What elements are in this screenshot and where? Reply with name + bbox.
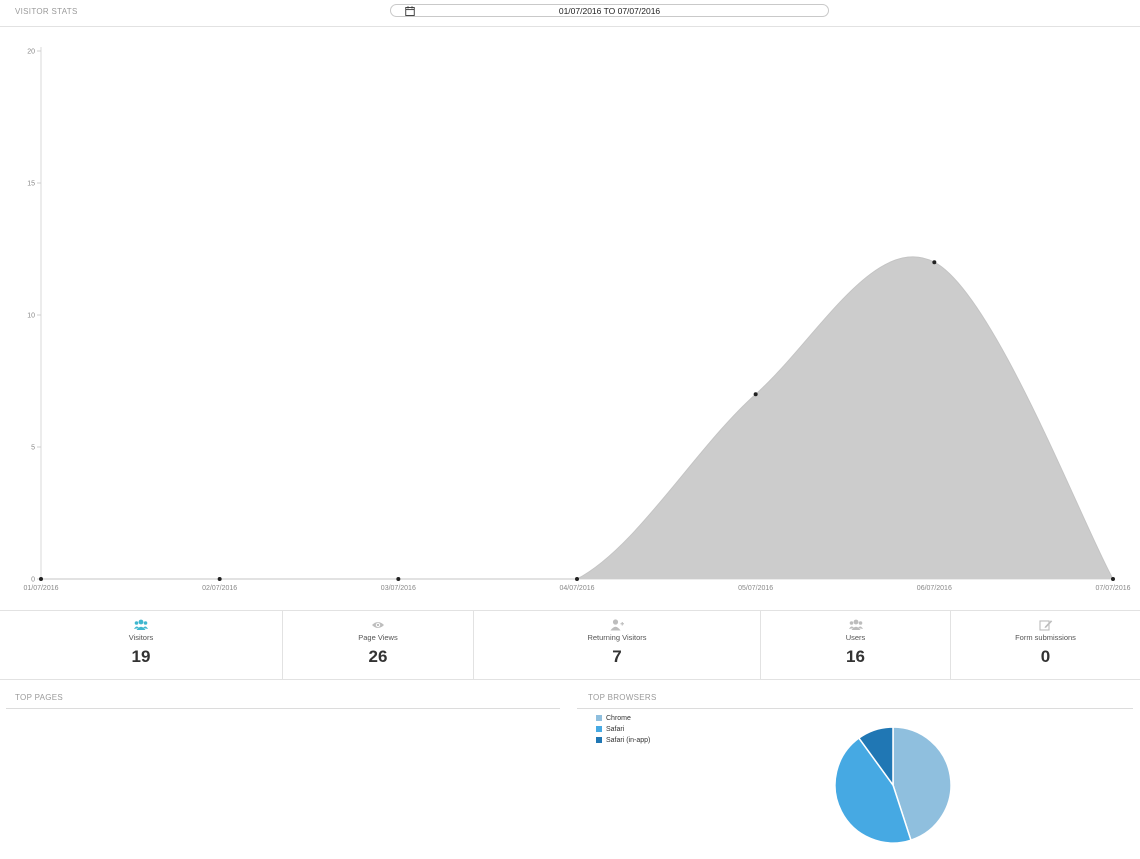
y-tick-label: 15 xyxy=(27,181,35,188)
stat-value: 0 xyxy=(1040,647,1051,666)
data-point xyxy=(753,392,758,397)
top-pages-title: TOP PAGES xyxy=(15,693,64,702)
legend-swatch xyxy=(596,726,602,732)
stats-bar: Visitors 19 Page Views 26 Returning Visi… xyxy=(0,610,1140,680)
date-range-text: 01/07/2016 TO 07/07/2016 xyxy=(558,6,661,16)
top-pages-divider xyxy=(6,708,560,709)
y-tick-label: 20 xyxy=(27,49,35,56)
y-tick-label: 5 xyxy=(31,445,35,452)
y-tick-label: 0 xyxy=(31,577,35,584)
data-point xyxy=(217,577,222,581)
user-plus-icon xyxy=(610,619,624,631)
y-tick-label: 10 xyxy=(27,313,35,320)
users-icon xyxy=(134,619,148,630)
stat-form-submissions: Form submissions 0 xyxy=(951,611,1140,679)
x-tick-label: 02/07/2016 xyxy=(202,585,237,592)
legend-swatch xyxy=(596,737,602,743)
header: VISITOR STATS 01/07/2016 TO 07/07/2016 xyxy=(0,0,1140,27)
stat-value: 19 xyxy=(131,647,151,666)
stat-page-views: Page Views 26 xyxy=(283,611,474,679)
x-tick-label: 01/07/2016 xyxy=(23,585,58,592)
data-point xyxy=(575,577,579,581)
stat-value: 7 xyxy=(612,647,622,666)
browser-pie-chart xyxy=(834,726,952,844)
x-tick-label: 05/07/2016 xyxy=(738,585,773,592)
series-area xyxy=(41,256,1113,579)
data-point xyxy=(396,577,401,581)
x-tick-label: 06/07/2016 xyxy=(917,585,952,592)
date-range-picker[interactable]: 01/07/2016 TO 07/07/2016 xyxy=(390,4,829,17)
eye-icon xyxy=(372,622,384,628)
stat-label: Users xyxy=(845,633,866,642)
top-browsers-title: TOP BROWSERS xyxy=(588,693,657,702)
x-tick-label: 07/07/2016 xyxy=(1095,585,1130,592)
stat-visitors: Visitors 19 xyxy=(0,611,283,679)
legend-label: Safari (in-app) xyxy=(606,737,651,744)
x-tick-label: 03/07/2016 xyxy=(381,585,416,592)
stat-users: Users 16 xyxy=(761,611,951,679)
stat-returning-visitors: Returning Visitors 7 xyxy=(474,611,761,679)
stat-label: Visitors xyxy=(128,633,154,642)
top-browsers-divider xyxy=(577,708,1133,709)
stat-label: Returning Visitors xyxy=(587,633,647,642)
x-tick-label: 04/07/2016 xyxy=(559,585,594,592)
legend-label: Safari xyxy=(606,726,625,733)
data-point xyxy=(39,577,43,581)
data-point xyxy=(1111,577,1115,581)
users-icon xyxy=(848,619,863,630)
stat-label: Form submissions xyxy=(1015,633,1076,642)
page-title: VISITOR STATS xyxy=(15,7,78,16)
legend-label: Chrome xyxy=(606,715,631,722)
stat-value: 26 xyxy=(368,647,388,666)
stat-label: Page Views xyxy=(358,633,398,642)
stat-value: 16 xyxy=(846,647,865,666)
edit-icon xyxy=(1038,620,1052,631)
legend-swatch xyxy=(596,715,602,721)
visitor-area-chart: 0 5 10 15 20 01/07/2016 02/07/2016 03/07/2016 04… xyxy=(23,47,1131,592)
data-point xyxy=(932,260,937,265)
